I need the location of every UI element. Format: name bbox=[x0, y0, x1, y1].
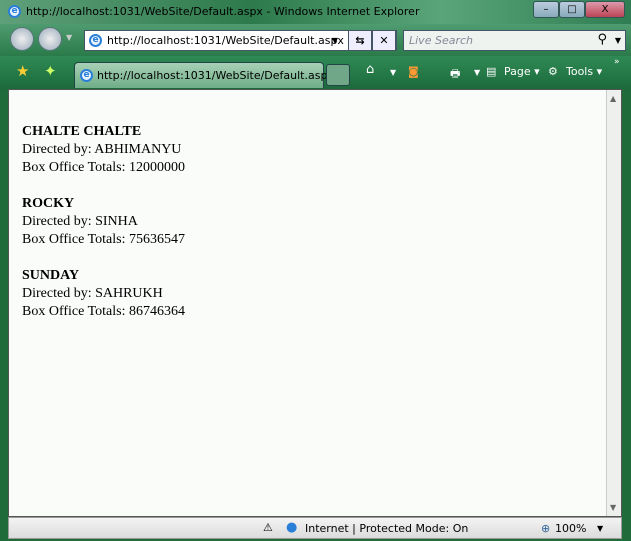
zoom-dropdown-icon[interactable]: ▼ bbox=[597, 524, 603, 533]
page-icon: e bbox=[89, 34, 102, 47]
movie-box-office: Box Office Totals: 12000000 bbox=[22, 160, 185, 175]
movie-item: CHALTE CHALTE Directed by: ABHIMANYU Box… bbox=[22, 123, 185, 177]
command-bar: ★ ✦ e http://localhost:1031/WebSite/Defa… bbox=[0, 56, 631, 89]
favorites-star-icon[interactable]: ★ bbox=[16, 62, 29, 80]
movie-director: Directed by: ABHIMANYU bbox=[22, 142, 182, 157]
navigation-bar: ▼ e http://localhost:1031/WebSite/Defaul… bbox=[0, 24, 631, 56]
movie-title: SUNDAY bbox=[22, 268, 80, 283]
movie-box-office: Box Office Totals: 75636547 bbox=[22, 232, 185, 247]
movie-item: SUNDAY Directed by: SAHRUKH Box Office T… bbox=[22, 267, 185, 321]
tab-label: http://localhost:1031/WebSite/Default.as… bbox=[97, 69, 334, 82]
address-bar[interactable]: e http://localhost:1031/WebSite/Default.… bbox=[84, 30, 397, 51]
search-input[interactable]: Live Search bbox=[409, 34, 473, 47]
feeds-icon[interactable]: ◙ bbox=[408, 65, 419, 78]
movie-box-office: Box Office Totals: 86746364 bbox=[22, 304, 185, 319]
movie-title: ROCKY bbox=[22, 196, 75, 211]
protected-mode-warning-icon[interactable]: ⚠ bbox=[263, 521, 273, 534]
status-bar: ⚠ ● Internet | Protected Mode: On ⊕ 100%… bbox=[8, 517, 622, 539]
home-dropdown-icon[interactable]: ▼ bbox=[390, 68, 396, 77]
print-icon[interactable]: 🖶 bbox=[450, 65, 460, 84]
print-dropdown-icon[interactable]: ▼ bbox=[474, 68, 480, 77]
chevron-more-icon[interactable]: » bbox=[614, 57, 620, 67]
tab-ie-icon: e bbox=[80, 69, 93, 82]
search-box[interactable]: Live Search ⚲ ▼ bbox=[403, 30, 626, 51]
minimize-button[interactable]: – bbox=[533, 1, 559, 18]
recent-pages-dropdown-icon[interactable]: ▼ bbox=[66, 33, 72, 42]
forward-button[interactable] bbox=[38, 27, 62, 51]
zoom-level[interactable]: 100% bbox=[555, 522, 586, 535]
page-icon: ▤ bbox=[486, 65, 497, 78]
search-icon[interactable]: ⚲ bbox=[597, 32, 607, 47]
page-content: CHALTE CHALTE Directed by: ABHIMANYU Box… bbox=[8, 89, 622, 517]
scroll-down-icon[interactable]: ▼ bbox=[610, 503, 616, 512]
tools-menu-button[interactable]: Tools ▾ bbox=[566, 65, 602, 78]
address-dropdown-icon[interactable]: ▼ bbox=[328, 36, 342, 45]
search-options-icon[interactable]: ▼ bbox=[615, 36, 621, 45]
address-input[interactable]: http://localhost:1031/WebSite/Default.as… bbox=[107, 34, 344, 47]
page-menu-button[interactable]: Page ▾ bbox=[504, 65, 540, 78]
zoom-icon: ⊕ bbox=[541, 522, 551, 535]
close-window-button[interactable]: X bbox=[585, 1, 625, 18]
refresh-button[interactable]: ⇆ bbox=[348, 30, 372, 51]
vertical-scrollbar[interactable]: ▲ ▼ bbox=[606, 90, 621, 516]
movie-list: CHALTE CHALTE Directed by: ABHIMANYU Box… bbox=[22, 123, 185, 339]
movie-title: CHALTE CHALTE bbox=[22, 124, 142, 139]
window-title: http://localhost:1031/WebSite/Default.as… bbox=[26, 5, 420, 18]
tab-default[interactable]: e http://localhost:1031/WebSite/Default.… bbox=[74, 62, 334, 88]
scroll-up-icon[interactable]: ▲ bbox=[610, 94, 616, 103]
security-zone-text[interactable]: Internet | Protected Mode: On bbox=[305, 522, 468, 535]
movie-item: ROCKY Directed by: SINHA Box Office Tota… bbox=[22, 195, 185, 249]
add-favorites-icon[interactable]: ✦ bbox=[44, 62, 57, 80]
new-tab-button[interactable] bbox=[326, 64, 350, 86]
gear-icon: ⚙ bbox=[548, 65, 558, 78]
back-button[interactable] bbox=[10, 27, 34, 51]
stop-button[interactable]: ✕ bbox=[372, 30, 396, 51]
ie-logo-icon: e bbox=[8, 5, 21, 18]
movie-director: Directed by: SAHRUKH bbox=[22, 286, 163, 301]
globe-icon: ● bbox=[286, 520, 298, 535]
maximize-button[interactable]: □ bbox=[559, 1, 585, 18]
home-icon[interactable]: ⌂ bbox=[366, 62, 374, 77]
title-bar: e http://localhost:1031/WebSite/Default.… bbox=[0, 0, 631, 24]
movie-director: Directed by: SINHA bbox=[22, 214, 138, 229]
